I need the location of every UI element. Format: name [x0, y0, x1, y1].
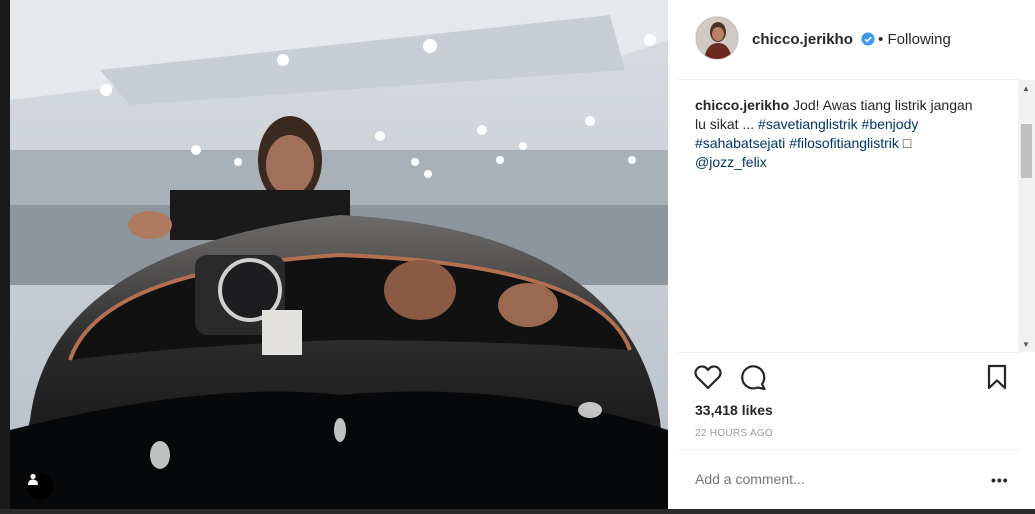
scroll-thumb[interactable]: [1021, 124, 1032, 178]
backdrop-edge: [0, 0, 10, 514]
caption-username-link[interactable]: chicco.jerikho: [695, 97, 789, 113]
post-timestamp[interactable]: 22 HOURS AGO: [695, 428, 773, 439]
verified-badge-icon: [861, 32, 875, 46]
separator-dot: •: [878, 31, 884, 48]
instagram-post-modal: chicco.jerikho • Following chicco.jerikh…: [0, 0, 1035, 514]
post-caption: chicco.jerikho Jod! Awas tiang listrik j…: [695, 96, 995, 172]
avatar[interactable]: [695, 16, 739, 60]
hashtag-link[interactable]: #savetianglistrik: [758, 116, 858, 132]
more-options-button[interactable]: •••: [991, 472, 1009, 488]
post-side-panel: chicco.jerikho • Following chicco.jerikh…: [668, 0, 1035, 509]
hashtag-link[interactable]: #benjody: [862, 116, 919, 132]
post-photo[interactable]: [10, 0, 668, 509]
following-button[interactable]: Following: [887, 31, 950, 48]
hashtag-link[interactable]: #filosofitianglistrik: [789, 135, 899, 151]
comment-input[interactable]: [695, 471, 985, 487]
caption-emoji: □: [902, 135, 912, 151]
follow-status[interactable]: • Following: [878, 31, 951, 48]
bookmark-icon[interactable]: [982, 362, 1012, 392]
photo-illustration: [10, 0, 668, 509]
comments-scrollbar[interactable]: ▲ ▼: [1018, 80, 1035, 352]
username-link[interactable]: chicco.jerikho: [752, 31, 853, 48]
like-count[interactable]: 33,418 likes: [695, 402, 773, 418]
backdrop-bottom: [0, 509, 1035, 514]
action-bar: [668, 362, 1035, 394]
mention-link[interactable]: @jozz_felix: [695, 154, 767, 170]
scroll-up-arrow-icon[interactable]: ▲: [1022, 84, 1030, 93]
post-header: chicco.jerikho • Following: [678, 0, 1020, 80]
person-tag-icon: [28, 473, 38, 485]
caption-text-line2: lu sikat ...: [695, 116, 759, 132]
heart-icon[interactable]: [693, 362, 723, 392]
tagged-users-button[interactable]: [27, 473, 53, 499]
scroll-down-arrow-icon[interactable]: ▼: [1022, 340, 1030, 349]
divider: [678, 352, 1020, 353]
divider: [678, 449, 1020, 450]
caption-text-line1: Jod! Awas tiang listrik jangan: [789, 97, 973, 113]
hashtag-link[interactable]: #sahabatsejati: [695, 135, 785, 151]
avatar-image: [696, 17, 738, 59]
comment-icon[interactable]: [738, 362, 768, 392]
